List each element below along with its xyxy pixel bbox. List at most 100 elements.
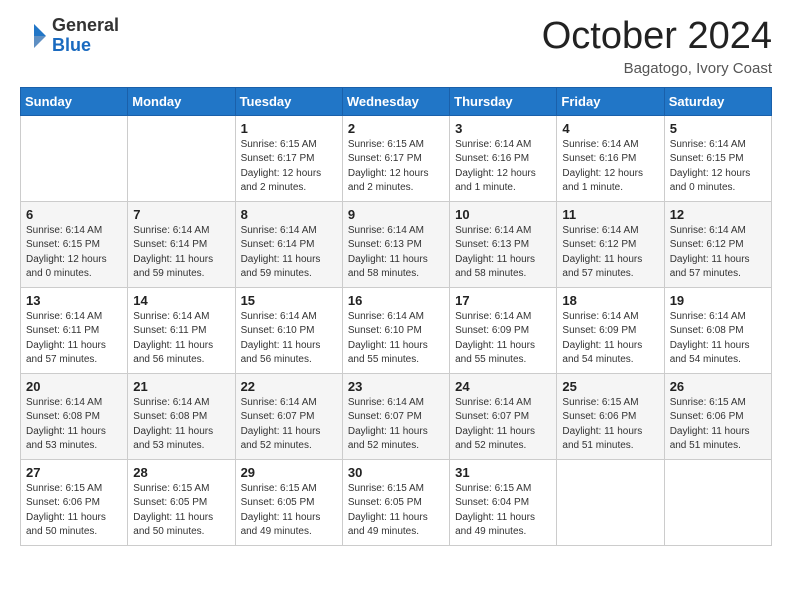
calendar-cell: 3 Sunrise: 6:14 AMSunset: 6:16 PMDaylight… xyxy=(450,115,557,201)
page: General Blue October 2024 Bagatogo, Ivor… xyxy=(0,0,792,612)
calendar-cell: 16 Sunrise: 6:14 AMSunset: 6:10 PMDayligh… xyxy=(342,287,449,373)
day-detail: Sunrise: 6:14 AMSunset: 6:12 PMDaylight:… xyxy=(562,224,658,282)
day-detail: Sunrise: 6:14 AMSunset: 6:15 PMDaylight:… xyxy=(670,138,766,196)
calendar-cell: 20 Sunrise: 6:14 AMSunset: 6:08 PMDayligh… xyxy=(21,373,128,459)
calendar-cell xyxy=(21,115,128,201)
logo-text: General Blue xyxy=(52,16,119,56)
calendar-cell: 17 Sunrise: 6:14 AMSunset: 6:09 PMDayligh… xyxy=(450,287,557,373)
day-number: 6 xyxy=(26,207,122,222)
day-number: 12 xyxy=(670,207,766,222)
day-number: 8 xyxy=(241,207,337,222)
logo-general: General xyxy=(52,16,119,36)
calendar-table: SundayMondayTuesdayWednesdayThursdayFrid… xyxy=(20,87,772,546)
calendar-cell xyxy=(557,459,664,545)
day-number: 27 xyxy=(26,465,122,480)
calendar-cell: 5 Sunrise: 6:14 AMSunset: 6:15 PMDaylight… xyxy=(664,115,771,201)
calendar-cell: 31 Sunrise: 6:15 AMSunset: 6:04 PMDayligh… xyxy=(450,459,557,545)
day-number: 19 xyxy=(670,293,766,308)
day-number: 13 xyxy=(26,293,122,308)
day-detail: Sunrise: 6:14 AMSunset: 6:10 PMDaylight:… xyxy=(348,310,444,368)
logo-icon xyxy=(20,22,48,50)
title-block: October 2024 Bagatogo, Ivory Coast xyxy=(542,16,772,77)
day-number: 5 xyxy=(670,121,766,136)
day-number: 1 xyxy=(241,121,337,136)
weekday-header-saturday: Saturday xyxy=(664,87,771,115)
day-number: 17 xyxy=(455,293,551,308)
calendar-cell: 25 Sunrise: 6:15 AMSunset: 6:06 PMDayligh… xyxy=(557,373,664,459)
calendar-cell: 23Sunrise: 6:14 AMSunset: 6:07 PMDayligh… xyxy=(342,373,449,459)
calendar-week-row: 27 Sunrise: 6:15 AMSunset: 6:06 PMDayligh… xyxy=(21,459,772,545)
day-detail: Sunrise: 6:14 AMSunset: 6:16 PMDaylight:… xyxy=(455,138,551,196)
day-detail: Sunrise: 6:14 AMSunset: 6:11 PMDaylight:… xyxy=(26,310,122,368)
weekday-header-tuesday: Tuesday xyxy=(235,87,342,115)
day-number: 28 xyxy=(133,465,229,480)
day-number: 21 xyxy=(133,379,229,394)
weekday-header-monday: Monday xyxy=(128,87,235,115)
weekday-header-sunday: Sunday xyxy=(21,87,128,115)
logo-blue: Blue xyxy=(52,36,119,56)
day-number: 15 xyxy=(241,293,337,308)
calendar-cell xyxy=(128,115,235,201)
day-number: 4 xyxy=(562,121,658,136)
day-number: 24 xyxy=(455,379,551,394)
day-detail: Sunrise: 6:14 AMSunset: 6:08 PMDaylight:… xyxy=(26,396,122,454)
day-number: 18 xyxy=(562,293,658,308)
day-detail: Sunrise: 6:15 AMSunset: 6:05 PMDaylight:… xyxy=(241,482,337,540)
calendar-cell: 28 Sunrise: 6:15 AMSunset: 6:05 PMDayligh… xyxy=(128,459,235,545)
day-detail: Sunrise: 6:14 AMSunset: 6:14 PMDaylight:… xyxy=(133,224,229,282)
day-detail: Sunrise: 6:14 AMSunset: 6:09 PMDaylight:… xyxy=(562,310,658,368)
day-detail: Sunrise: 6:15 AMSunset: 6:06 PMDaylight:… xyxy=(562,396,658,454)
day-detail: Sunrise: 6:15 AMSunset: 6:05 PMDaylight:… xyxy=(348,482,444,540)
day-detail: Sunrise: 6:14 AMSunset: 6:16 PMDaylight:… xyxy=(562,138,658,196)
calendar-cell: 26 Sunrise: 6:15 AMSunset: 6:06 PMDayligh… xyxy=(664,373,771,459)
calendar-cell: 27 Sunrise: 6:15 AMSunset: 6:06 PMDayligh… xyxy=(21,459,128,545)
weekday-header-friday: Friday xyxy=(557,87,664,115)
calendar-cell: 22Sunrise: 6:14 AMSunset: 6:07 PMDayligh… xyxy=(235,373,342,459)
calendar-cell: 12 Sunrise: 6:14 AMSunset: 6:12 PMDayligh… xyxy=(664,201,771,287)
day-detail: Sunrise: 6:14 AMSunset: 6:08 PMDaylight:… xyxy=(133,396,229,454)
day-detail: Sunrise: 6:15 AMSunset: 6:05 PMDaylight:… xyxy=(133,482,229,540)
calendar-cell: 30Sunrise: 6:15 AMSunset: 6:05 PMDayligh… xyxy=(342,459,449,545)
calendar-cell: 14 Sunrise: 6:14 AMSunset: 6:11 PMDayligh… xyxy=(128,287,235,373)
location-title: Bagatogo, Ivory Coast xyxy=(542,60,772,77)
weekday-header-wednesday: Wednesday xyxy=(342,87,449,115)
calendar-cell: 8 Sunrise: 6:14 AMSunset: 6:14 PMDaylight… xyxy=(235,201,342,287)
day-detail: Sunrise: 6:15 AMSunset: 6:17 PMDaylight:… xyxy=(348,138,444,196)
day-detail: Sunrise: 6:15 AMSunset: 6:06 PMDaylight:… xyxy=(26,482,122,540)
day-detail: Sunrise: 6:14 AMSunset: 6:13 PMDaylight:… xyxy=(348,224,444,282)
header: General Blue October 2024 Bagatogo, Ivor… xyxy=(20,16,772,77)
day-number: 3 xyxy=(455,121,551,136)
day-number: 14 xyxy=(133,293,229,308)
day-detail: Sunrise: 6:14 AMSunset: 6:14 PMDaylight:… xyxy=(241,224,337,282)
day-detail: Sunrise: 6:14 AMSunset: 6:09 PMDaylight:… xyxy=(455,310,551,368)
calendar-cell: 2 Sunrise: 6:15 AMSunset: 6:17 PMDaylight… xyxy=(342,115,449,201)
day-detail: Sunrise: 6:14 AMSunset: 6:12 PMDaylight:… xyxy=(670,224,766,282)
day-detail: Sunrise: 6:14 AMSunset: 6:11 PMDaylight:… xyxy=(133,310,229,368)
day-number: 20 xyxy=(26,379,122,394)
day-detail: Sunrise: 6:15 AMSunset: 6:04 PMDaylight:… xyxy=(455,482,551,540)
day-detail: Sunrise: 6:14 AMSunset: 6:13 PMDaylight:… xyxy=(455,224,551,282)
day-number: 16 xyxy=(348,293,444,308)
day-number: 2 xyxy=(348,121,444,136)
day-detail: Sunrise: 6:15 AMSunset: 6:06 PMDaylight:… xyxy=(670,396,766,454)
day-number: 29 xyxy=(241,465,337,480)
calendar-cell: 18 Sunrise: 6:14 AMSunset: 6:09 PMDayligh… xyxy=(557,287,664,373)
day-number: 31 xyxy=(455,465,551,480)
day-detail: Sunrise: 6:14 AMSunset: 6:07 PMDaylight:… xyxy=(455,396,551,454)
calendar-week-row: 20 Sunrise: 6:14 AMSunset: 6:08 PMDayligh… xyxy=(21,373,772,459)
day-detail: Sunrise: 6:14 AMSunset: 6:07 PMDaylight:… xyxy=(241,396,337,454)
day-number: 26 xyxy=(670,379,766,394)
day-number: 10 xyxy=(455,207,551,222)
day-number: 7 xyxy=(133,207,229,222)
calendar-cell: 21 Sunrise: 6:14 AMSunset: 6:08 PMDayligh… xyxy=(128,373,235,459)
day-number: 25 xyxy=(562,379,658,394)
day-detail: Sunrise: 6:14 AMSunset: 6:10 PMDaylight:… xyxy=(241,310,337,368)
day-number: 11 xyxy=(562,207,658,222)
calendar-cell: 15 Sunrise: 6:14 AMSunset: 6:10 PMDayligh… xyxy=(235,287,342,373)
calendar-header-row: SundayMondayTuesdayWednesdayThursdayFrid… xyxy=(21,87,772,115)
calendar-cell: 13 Sunrise: 6:14 AMSunset: 6:11 PMDayligh… xyxy=(21,287,128,373)
calendar-week-row: 6Sunrise: 6:14 AMSunset: 6:15 PMDaylight… xyxy=(21,201,772,287)
calendar-cell: 10 Sunrise: 6:14 AMSunset: 6:13 PMDayligh… xyxy=(450,201,557,287)
calendar-cell: 6Sunrise: 6:14 AMSunset: 6:15 PMDaylight… xyxy=(21,201,128,287)
day-detail: Sunrise: 6:14 AMSunset: 6:07 PMDaylight:… xyxy=(348,396,444,454)
